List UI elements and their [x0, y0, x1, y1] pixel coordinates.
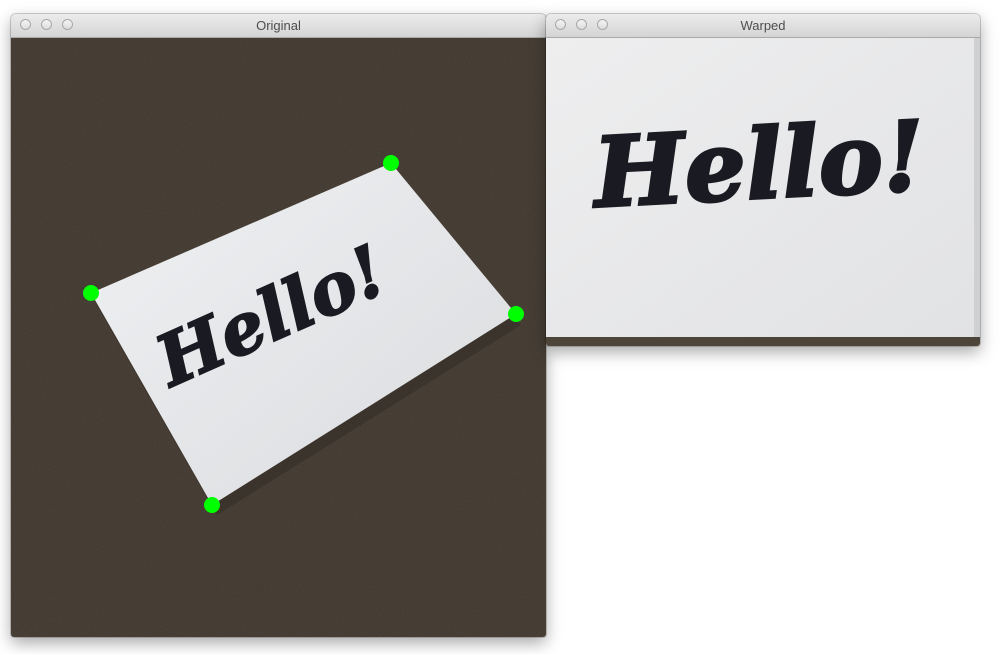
- warped-photo: Hello!: [546, 38, 980, 346]
- warped-image: Hello!: [546, 38, 980, 346]
- warped-titlebar[interactable]: Warped: [546, 14, 980, 38]
- original-window-title: Original: [256, 18, 301, 33]
- corner-marker-top-right[interactable]: [383, 155, 399, 171]
- warped-window-title: Warped: [740, 18, 786, 33]
- corner-marker-bottom-right[interactable]: [508, 306, 524, 322]
- original-window: Original Hello!: [11, 14, 546, 637]
- original-titlebar[interactable]: Original: [11, 14, 546, 38]
- original-photo: Hello!: [11, 38, 546, 637]
- svg-text:Hello!: Hello!: [588, 99, 927, 229]
- warped-window: Warped Hello!: [546, 14, 980, 346]
- corner-marker-top-left[interactable]: [83, 285, 99, 301]
- warped-bottom-edge: [546, 337, 980, 346]
- warped-handwritten-text: Hello!: [587, 98, 929, 231]
- original-image: Hello!: [11, 38, 546, 637]
- corner-marker-bottom-left[interactable]: [204, 497, 220, 513]
